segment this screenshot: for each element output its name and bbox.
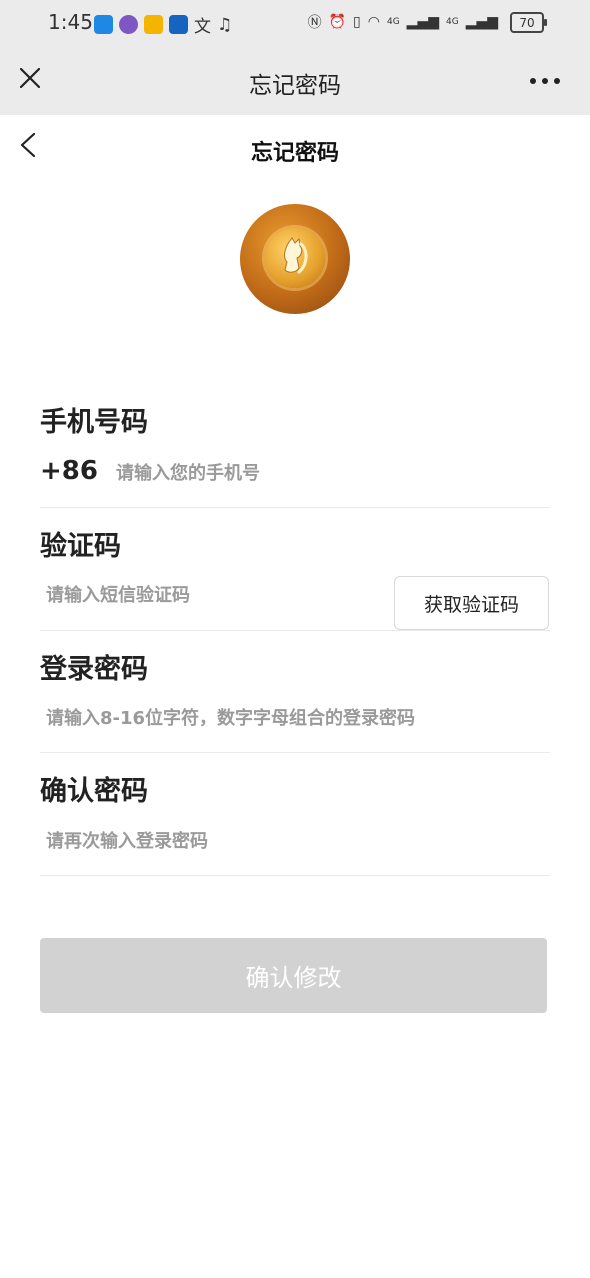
logo-coin (265, 228, 325, 288)
battery-icon: 70 (510, 12, 547, 33)
webview-nav-bar: 忘记密码 (0, 44, 590, 115)
battery-level: 70 (519, 15, 535, 30)
confirm-change-button[interactable]: 确认修改 (40, 938, 547, 1013)
get-code-button[interactable]: 获取验证码 (394, 576, 549, 630)
country-code[interactable]: +86 (40, 456, 98, 486)
notification-icons: 文 ♫ (94, 12, 232, 37)
confirm-password-input[interactable] (46, 828, 546, 854)
code-label: 验证码 (40, 531, 121, 562)
divider (40, 507, 550, 508)
weibo-notification-icon (144, 15, 163, 34)
app-notification-icon (94, 15, 113, 34)
page-title: 忘记密码 (250, 141, 339, 166)
phone-input[interactable] (116, 460, 536, 486)
phone-label: 手机号码 (40, 407, 148, 438)
divider (40, 630, 550, 631)
translate-notification-icon: 文 (194, 17, 211, 37)
page-header: 忘记密码 (0, 115, 590, 185)
nfc-icon: Ⓝ (307, 15, 322, 31)
vibrate-icon: ▯ (353, 14, 361, 30)
system-status-icons: Ⓝ ⏰ ▯ ◠ 4G ▂▄▆ 4G ▂▄▆ (308, 12, 498, 32)
divider (40, 752, 550, 753)
dog-emblem-icon (284, 237, 308, 274)
signal-icon-2: ▂▄▆ (465, 14, 498, 30)
network-label-2: 4G (445, 17, 459, 27)
music-notification-icon (119, 15, 138, 34)
confirm-password-label: 确认密码 (40, 776, 148, 807)
password-input[interactable] (46, 705, 546, 731)
network-label-1: 4G (386, 17, 400, 27)
sms-code-input[interactable] (46, 582, 376, 608)
headphones-icon: ♫ (217, 14, 233, 35)
alarm-icon: ⏰ (328, 14, 347, 30)
app-logo (240, 204, 350, 314)
divider (40, 875, 550, 876)
more-options-icon[interactable] (530, 78, 560, 84)
signal-icon: ▂▄▆ (406, 14, 439, 30)
bulb-notification-icon (169, 15, 188, 34)
nav-title: 忘记密码 (249, 73, 341, 99)
status-time: 1:45 (48, 10, 93, 34)
wifi-icon: ◠ (367, 14, 380, 30)
password-label: 登录密码 (40, 654, 148, 685)
status-bar: 1:45 文 ♫ Ⓝ ⏰ ▯ ◠ 4G ▂▄▆ 4G ▂▄▆ 70 (0, 0, 590, 44)
